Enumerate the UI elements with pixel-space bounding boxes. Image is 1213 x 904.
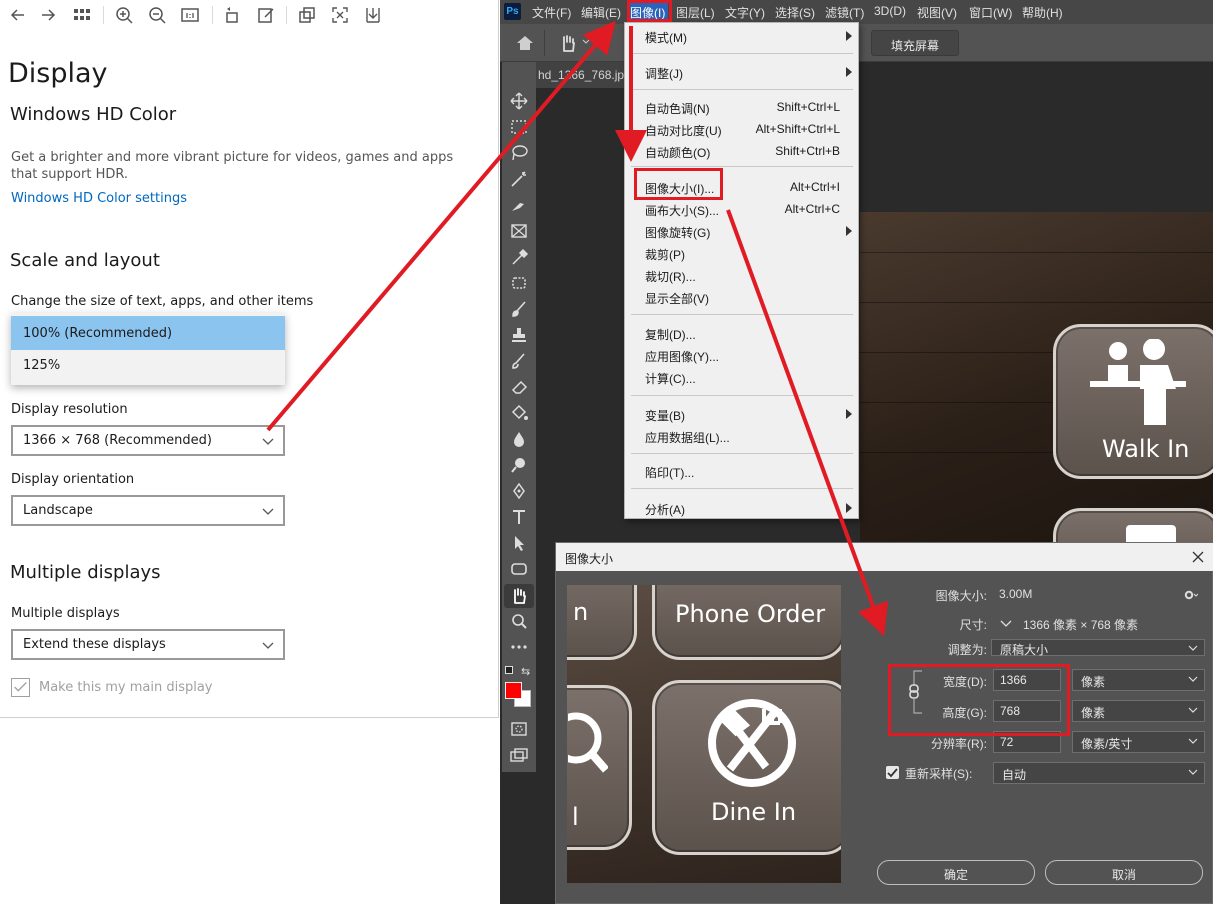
arrow-to-dialog [726,209,889,637]
annotation-arrows [266,20,889,637]
arrow-to-image-menu [266,20,616,432]
